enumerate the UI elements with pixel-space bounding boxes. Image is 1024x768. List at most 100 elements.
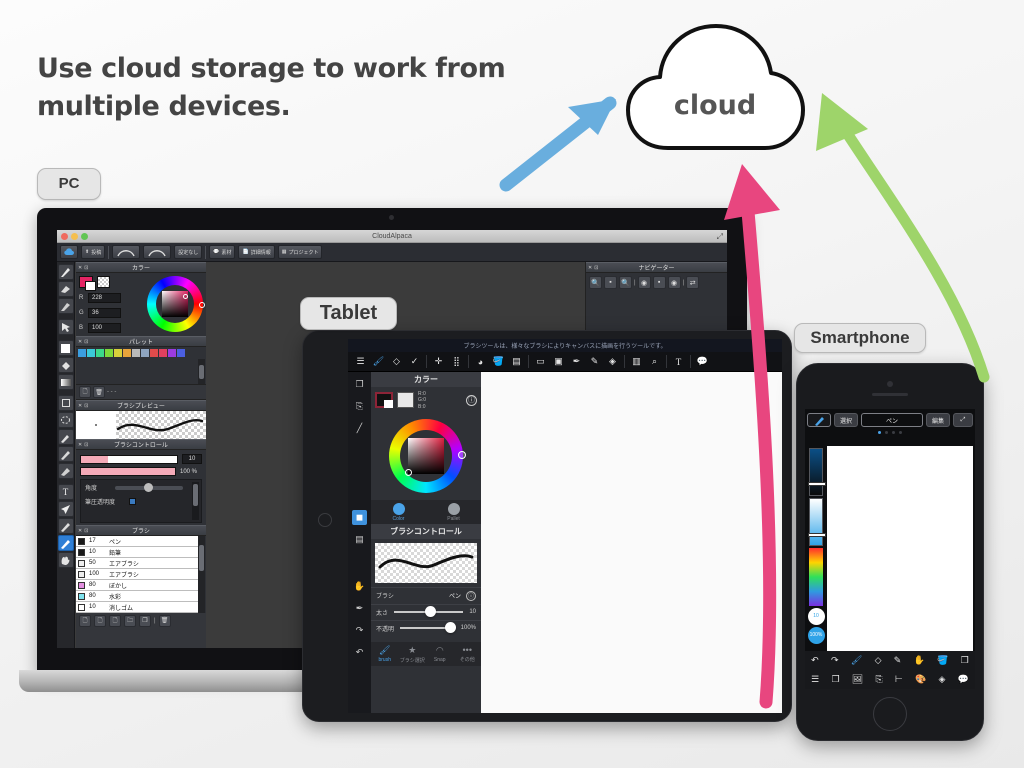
line-icon[interactable]: ╱ — [352, 421, 367, 436]
color-wheel[interactable] — [389, 418, 466, 493]
color-b-row[interactable]: B 100 — [79, 323, 121, 333]
brush-preview-header[interactable]: ✕⊡ ブラシプレビュー — [76, 400, 206, 411]
detail-button[interactable]: 📄 詳細情報 — [238, 245, 275, 259]
brush-size-slider[interactable] — [80, 454, 178, 464]
layer-icon[interactable]: ▤ — [352, 532, 367, 547]
page-dot[interactable] — [885, 431, 888, 434]
gradient-icon[interactable] — [57, 374, 74, 390]
info-icon[interactable]: ⓘ — [466, 394, 477, 406]
eraser-icon[interactable] — [57, 281, 74, 297]
palette-swatch[interactable] — [141, 349, 149, 357]
color-panel-header[interactable]: ✕⊡ カラー — [76, 262, 206, 273]
brush-opacity-row[interactable]: 100 % — [80, 467, 202, 476]
eraser-icon[interactable]: ◇ — [390, 355, 403, 368]
expand-icon[interactable]: ⤢ — [953, 413, 973, 427]
tablet-size-row[interactable]: 太さ 10 — [371, 603, 481, 620]
swatch-row[interactable] — [79, 276, 121, 291]
cloud-icon[interactable] — [60, 245, 78, 259]
r-value[interactable]: 228 — [88, 293, 121, 303]
color-square[interactable] — [408, 437, 444, 474]
zoom-icon[interactable]: ⌕ — [648, 355, 661, 368]
phone-page-dots[interactable] — [805, 429, 975, 437]
eyedropper-icon[interactable] — [57, 429, 74, 445]
blur-icon[interactable] — [57, 298, 74, 314]
text-icon[interactable]: T — [57, 484, 74, 500]
sv-handle[interactable] — [405, 468, 412, 476]
angle-slider[interactable] — [115, 482, 183, 492]
brush-opacity-slider[interactable] — [80, 467, 176, 476]
select-icon[interactable]: ⣿ — [450, 355, 463, 368]
tablet-footer-tabs[interactable]: 🖌 brush ★ ブラシ選択 ◠ Snap ••• その他 — [371, 641, 482, 666]
menu-icon[interactable]: ☰ — [354, 355, 367, 368]
palette-swatch[interactable] — [105, 349, 113, 357]
undo-icon[interactable]: ↶ — [811, 655, 819, 666]
palette-area[interactable] — [76, 359, 206, 385]
palette-swatch[interactable] — [159, 349, 167, 357]
pressure-row[interactable]: 筆圧透明度 — [85, 497, 197, 506]
fill-square-icon[interactable]: ◼ — [352, 510, 367, 525]
layer-icon[interactable]: ◈ — [938, 674, 945, 685]
pc-tool-column[interactable]: T — [57, 262, 75, 648]
brush-list-item[interactable]: 50 エアブラシ — [76, 558, 198, 569]
page-dot[interactable] — [878, 431, 881, 434]
phone-home-button[interactable] — [873, 697, 907, 731]
brush-list-item[interactable]: 10 消しゴム — [76, 602, 198, 613]
fill-square-icon[interactable] — [57, 340, 74, 356]
color-g-row[interactable]: G 36 — [79, 308, 121, 318]
menu-icon[interactable]: ☰ — [811, 674, 819, 685]
tablet-footer-tab[interactable]: ••• その他 — [454, 642, 482, 666]
palette-swatch[interactable] — [177, 349, 185, 357]
palette-swatch[interactable] — [114, 349, 122, 357]
edit-button[interactable]: 編集 — [925, 413, 950, 427]
text-icon[interactable]: T — [672, 355, 685, 368]
tablet-footer-tab[interactable]: ★ ブラシ選択 — [399, 642, 427, 666]
tablet-color-swatches[interactable]: R:0 G:0 B:0 ⓘ — [371, 387, 481, 414]
brush-control-header[interactable]: ✕⊡ ブラシコントロール — [76, 439, 206, 450]
layers-icon[interactable]: ❐ — [961, 655, 969, 666]
foreground-color-swatch[interactable] — [375, 392, 393, 409]
brush-panel-header[interactable]: ✕⊡ ブラシ — [76, 525, 206, 536]
select-arrow-icon[interactable] — [57, 319, 74, 335]
sv-handle[interactable] — [183, 294, 188, 299]
palette-scrollbar[interactable] — [198, 359, 205, 384]
brush-list-rows[interactable]: 17 ペン 10 鉛筆 50 エアブラシ 100 エアブラシ 80 ぼかし 80 水彩 10 消しゴム — [76, 536, 206, 613]
palette-toolbar[interactable]: 🗋 🗑 - - - — [76, 385, 206, 400]
lasso-icon[interactable] — [57, 412, 74, 428]
copy-icon[interactable]: ❐ — [139, 614, 151, 627]
chat-icon[interactable]: 💬 — [696, 355, 709, 368]
tablet-side-rail[interactable]: ❐ ⎘ ╱ ◼ ▤ ✋ ✒ ↷ ↶ — [348, 372, 371, 713]
phone-bottom-bars[interactable]: ↶ ↷ 🖌 ◇ ✎ ✋ 🪣 ❐ ☰ ❐ 🖼 ⎘ ⊢ 🎨 ◈ 💬 — [805, 651, 975, 689]
rect-select-icon[interactable]: ▭ — [534, 355, 547, 368]
film-icon[interactable]: ▥ — [630, 355, 643, 368]
project-button[interactable]: ▦ プロジェクト — [277, 245, 323, 259]
zoom-in-icon[interactable]: 🔍 — [619, 276, 632, 289]
move-arrow-icon[interactable] — [57, 501, 74, 517]
undo-icon[interactable]: ↶ — [352, 645, 367, 660]
tablet-footer-tab[interactable]: ◠ Snap — [426, 642, 454, 666]
brush-size-row[interactable]: 10 — [80, 454, 202, 464]
pen-button[interactable]: ペン — [861, 413, 923, 427]
tablet-footer-tab[interactable]: 🖌 brush — [371, 642, 399, 666]
pencil-icon[interactable] — [57, 518, 74, 534]
new-brush-icon[interactable]: 🗋 — [79, 614, 91, 627]
wand-icon[interactable]: ◈ — [606, 355, 619, 368]
duplicate-brush-icon[interactable]: 🗋 — [94, 614, 106, 627]
layers-copy-icon[interactable]: ❐ — [352, 377, 367, 392]
tablet-opacity-slider[interactable] — [400, 622, 456, 634]
hand-icon[interactable]: ✋ — [352, 579, 367, 594]
tablet-opacity-row[interactable]: 不透明 100% — [371, 619, 481, 636]
palette-swatch[interactable] — [96, 349, 104, 357]
bucket-icon[interactable] — [57, 357, 74, 373]
tablet-brush-row[interactable]: ブラシ ペン ⓘ — [371, 586, 481, 604]
foreground-color-swatch[interactable] — [79, 276, 96, 291]
tab-pallet[interactable]: Pallet — [426, 500, 481, 524]
rotate-reset-icon[interactable]: ▪ — [652, 276, 666, 289]
hue-handle[interactable] — [458, 450, 466, 459]
tablet-size-slider[interactable] — [394, 606, 464, 618]
eyedropper-icon[interactable]: ✒ — [352, 601, 367, 616]
brush-list-item[interactable]: 100 エアブラシ — [76, 569, 198, 580]
navigator-toolbar[interactable]: 🔍 ▪ 🔍 | ◉ ▪ ◉ | ⇄ — [586, 273, 727, 292]
phone-bottom-row-2[interactable]: ☰ ❐ 🖼 ⎘ ⊢ 🎨 ◈ 💬 — [805, 670, 975, 689]
tablet-color-tabs[interactable]: Color Pallet — [371, 499, 481, 524]
page-dot[interactable] — [892, 431, 895, 434]
